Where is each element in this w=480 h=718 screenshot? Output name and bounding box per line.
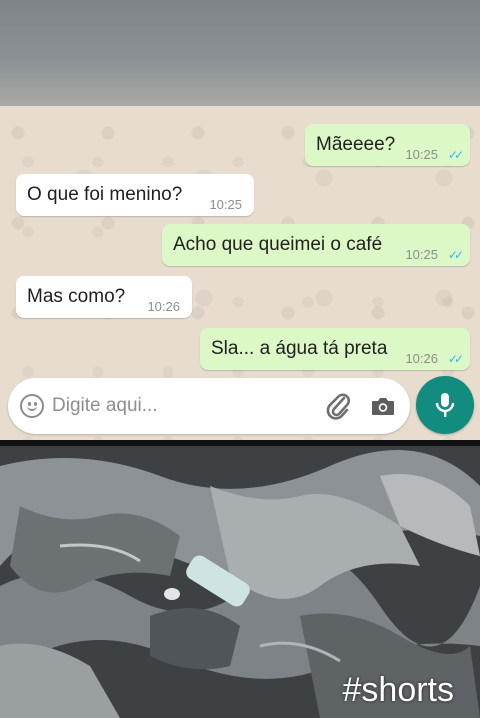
message-text: Acho que queimei o café bbox=[173, 234, 383, 255]
message-text: Mas como? bbox=[27, 286, 126, 307]
camera-icon[interactable] bbox=[370, 393, 396, 419]
message-input[interactable]: Digite aqui... bbox=[52, 378, 158, 434]
message-time: 10:26 bbox=[147, 299, 180, 314]
message-bubble-incoming[interactable]: O que foi menino? 10:25 bbox=[16, 174, 254, 216]
blurred-top-area bbox=[0, 0, 480, 106]
shorts-hashtag: #shorts bbox=[342, 671, 455, 709]
microphone-icon bbox=[435, 393, 455, 417]
message-bubble-outgoing[interactable]: Acho que queimei o café 10:25 ✓✓ bbox=[162, 224, 470, 266]
message-bubble-outgoing[interactable]: Mãeeee? 10:25 ✓✓ bbox=[305, 124, 470, 166]
message-composer[interactable]: Digite aqui... bbox=[8, 378, 410, 434]
message-bubble-outgoing[interactable]: Sla... a água tá preta 10:26 ✓✓ bbox=[200, 328, 470, 370]
message-time: 10:25 bbox=[209, 197, 242, 212]
message-bubble-incoming[interactable]: Mas como? 10:26 bbox=[16, 276, 192, 318]
message-text: O que foi menino? bbox=[27, 184, 183, 205]
read-receipt-icon: ✓✓ bbox=[447, 352, 464, 366]
message-time: 10:26 bbox=[405, 351, 438, 366]
message-time: 10:25 bbox=[405, 147, 438, 162]
read-receipt-icon: ✓✓ bbox=[447, 148, 464, 162]
message-text: Mãeeee? bbox=[316, 134, 396, 155]
microphone-button[interactable] bbox=[416, 376, 474, 434]
message-text: Sla... a água tá preta bbox=[211, 338, 388, 359]
message-time: 10:25 bbox=[405, 247, 438, 262]
paperclip-icon[interactable] bbox=[326, 392, 352, 420]
emoji-icon[interactable] bbox=[20, 394, 44, 418]
read-receipt-icon: ✓✓ bbox=[447, 248, 464, 262]
